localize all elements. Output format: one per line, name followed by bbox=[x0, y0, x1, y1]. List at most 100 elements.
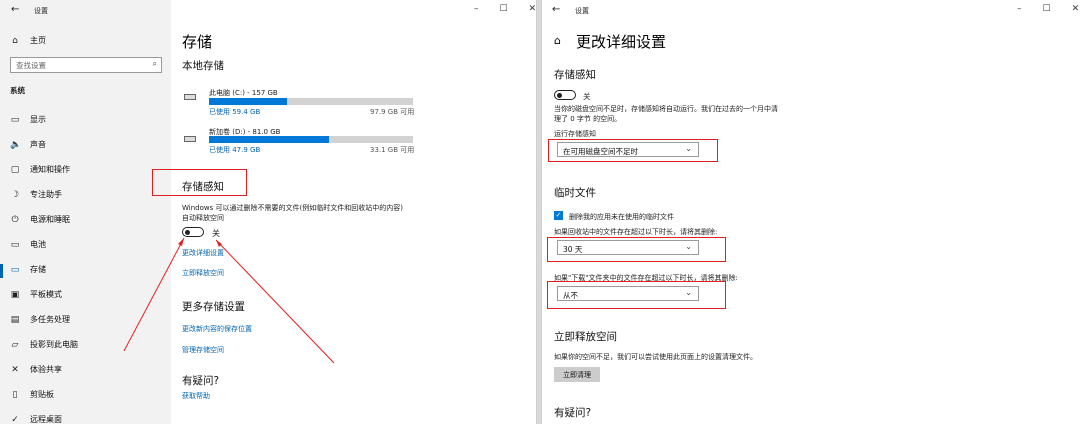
multitask-icon: ▤ bbox=[10, 314, 20, 325]
free-space-heading: 立即释放空间 bbox=[554, 331, 617, 343]
sidebar-item-display[interactable]: ▭ 显示 bbox=[10, 114, 46, 125]
more-storage-heading: 更多存储设置 bbox=[182, 301, 245, 313]
recycle-bin-label: 如果回收站中的文件存在超过以下时长，请将其删除: bbox=[554, 228, 718, 236]
sidebar-item-power[interactable]: ⏻ 电源和睡眠 bbox=[10, 214, 70, 225]
back-arrow-icon[interactable]: ← bbox=[11, 4, 19, 15]
annotation-arrowhead-1 bbox=[178, 238, 184, 246]
storage-sense-desc: 当你的磁盘空间不足时，存储感知将自动运行。我们在过去的一个月中清 bbox=[554, 105, 778, 113]
home-icon: ⌂ bbox=[554, 34, 561, 47]
display-icon: ▭ bbox=[10, 114, 20, 125]
new-content-location-link[interactable]: 更改新内容的保存位置 bbox=[182, 324, 252, 334]
sidebar: ← 设置 ⌂ 主页 查找设置 ⌕ 系统 ▭ 显示 🔈 声音 ▢ 通知和操作 ☽ 专注助手 ⏻ 电源… bbox=[0, 0, 171, 424]
toggle-state-label: 关 bbox=[212, 229, 220, 238]
toggle-knob bbox=[185, 229, 190, 235]
focus-assist-icon: ☽ bbox=[10, 189, 20, 200]
back-arrow-icon[interactable]: ← bbox=[552, 4, 560, 15]
minimize-button[interactable]: – bbox=[1017, 4, 1022, 14]
delete-temp-checkbox[interactable]: ✓ bbox=[554, 211, 563, 220]
question-heading: 有疑问? bbox=[182, 375, 220, 387]
close-button[interactable]: ✕ bbox=[529, 4, 536, 14]
sidebar-item-home[interactable]: ⌂ 主页 bbox=[10, 35, 46, 46]
sidebar-item-label: 剪贴板 bbox=[30, 390, 54, 399]
sidebar-item-storage[interactable]: ▭ 存储 bbox=[10, 264, 46, 275]
window-controls: – ☐ ✕ bbox=[1017, 4, 1079, 14]
sidebar-item-label: 存储 bbox=[30, 265, 46, 274]
window-title: 设置 bbox=[575, 7, 589, 15]
project-icon: ▱ bbox=[11, 339, 19, 350]
sidebar-item-share[interactable]: ✕ 体验共享 bbox=[10, 364, 62, 375]
clean-now-button[interactable]: 立即清理 bbox=[554, 367, 600, 382]
sidebar-item-label: 电池 bbox=[30, 240, 46, 249]
home-icon: ⌂ bbox=[12, 35, 18, 46]
window-title: 设置 bbox=[34, 7, 48, 15]
drive-d-used: 已使用 47.9 GB bbox=[209, 146, 261, 154]
maximize-button[interactable]: ☐ bbox=[1043, 4, 1051, 14]
sidebar-item-sound[interactable]: 🔈 声音 bbox=[10, 139, 46, 150]
sidebar-item-project[interactable]: ▱ 投影到此电脑 bbox=[10, 339, 78, 350]
sidebar-item-label: 平板模式 bbox=[30, 290, 62, 299]
settings-window-detail: ← 设置 – ☐ ✕ ⌂ 更改详细设置 存储感知 关 当你的磁盘空间不足时，存储… bbox=[541, 0, 1080, 424]
maximize-button[interactable]: ☐ bbox=[500, 4, 508, 14]
section-heading: 系统 bbox=[10, 86, 25, 95]
storage-sense-toggle[interactable] bbox=[182, 227, 204, 237]
sidebar-item-multitask[interactable]: ▤ 多任务处理 bbox=[10, 314, 70, 325]
sidebar-item-notification[interactable]: ▢ 通知和操作 bbox=[10, 164, 70, 175]
storage-sense-desc: Windows 可以通过删除不需要的文件(例如临时文件和回收站中的内容) bbox=[182, 204, 403, 212]
sidebar-item-focus-assist[interactable]: ☽ 专注助手 bbox=[10, 189, 62, 200]
drive-c-free: 97.9 GB 可用 bbox=[370, 108, 415, 116]
sidebar-item-label: 投影到此电脑 bbox=[30, 340, 78, 349]
drive-d-usage-bar bbox=[209, 136, 413, 143]
remote-desktop-icon: ✓ bbox=[11, 414, 19, 424]
get-help-link[interactable]: 获取帮助 bbox=[182, 391, 210, 401]
drive-d-free: 33.1 GB 可用 bbox=[370, 146, 415, 154]
share-icon: ✕ bbox=[11, 364, 19, 375]
annotation-arrowhead-2 bbox=[216, 240, 222, 247]
search-placeholder: 查找设置 bbox=[16, 61, 46, 70]
sidebar-item-label: 专注助手 bbox=[30, 190, 62, 199]
power-icon: ⏻ bbox=[11, 214, 19, 225]
tablet-icon: ▣ bbox=[10, 289, 20, 300]
annotation-box bbox=[547, 237, 726, 262]
drive-c-usage-bar bbox=[209, 98, 413, 105]
close-button[interactable]: ✕ bbox=[1072, 4, 1080, 14]
sidebar-item-label: 远程桌面 bbox=[30, 415, 62, 424]
annotation-box bbox=[548, 139, 718, 162]
storage-sense-toggle[interactable] bbox=[554, 90, 576, 100]
free-space-now-link[interactable]: 立即释放空间 bbox=[182, 268, 224, 278]
change-settings-link[interactable]: 更改详细设置 bbox=[182, 248, 224, 258]
toggle-knob bbox=[557, 92, 562, 98]
active-indicator bbox=[0, 264, 3, 278]
question-heading: 有疑问? bbox=[554, 407, 592, 419]
manage-storage-link[interactable]: 管理存储空间 bbox=[182, 345, 224, 355]
sound-icon: 🔈 bbox=[10, 139, 22, 150]
sidebar-item-label: 通知和操作 bbox=[30, 165, 70, 174]
minimize-button[interactable]: – bbox=[474, 4, 479, 14]
sidebar-item-battery[interactable]: ▭ 电池 bbox=[10, 239, 46, 250]
sidebar-item-remote-desktop[interactable]: ✓ 远程桌面 bbox=[10, 414, 62, 424]
drive-c-used: 已使用 59.4 GB bbox=[209, 108, 261, 116]
battery-icon: ▭ bbox=[10, 239, 20, 250]
search-icon: ⌕ bbox=[152, 59, 157, 68]
sidebar-item-label: 显示 bbox=[30, 115, 46, 124]
drive-d-usage-fill bbox=[209, 136, 330, 143]
page-title: 存储 bbox=[182, 33, 213, 51]
sidebar-item-clipboard[interactable]: ▯ 剪贴板 bbox=[10, 389, 54, 400]
notification-icon: ▢ bbox=[10, 164, 20, 175]
storage-sense-heading: 存储感知 bbox=[554, 69, 596, 81]
sidebar-item-label: 体验共享 bbox=[30, 365, 62, 374]
clipboard-icon: ▯ bbox=[12, 389, 18, 400]
annotation-box bbox=[152, 169, 247, 196]
window-controls: – ☐ ✕ bbox=[474, 4, 536, 14]
sidebar-item-label: 主页 bbox=[30, 36, 46, 45]
free-space-desc: 如果你的空间不足，我们可以尝试使用此页面上的设置清理文件。 bbox=[554, 353, 757, 361]
drive-d-icon bbox=[184, 136, 196, 142]
sidebar-item-tablet[interactable]: ▣ 平板模式 bbox=[10, 289, 62, 300]
search-input[interactable]: 查找设置 ⌕ bbox=[10, 57, 162, 73]
drive-c-usage-fill bbox=[209, 98, 287, 105]
sidebar-item-label: 声音 bbox=[30, 140, 46, 149]
delete-temp-label: 删除我的应用未在使用的临时文件 bbox=[569, 213, 674, 221]
drive-c-name[interactable]: 此电脑 (C:) - 157 GB bbox=[209, 88, 278, 98]
settings-window-storage: ← 设置 ⌂ 主页 查找设置 ⌕ 系统 ▭ 显示 🔈 声音 ▢ 通知和操作 ☽ 专注助手 ⏻ 电源… bbox=[0, 0, 537, 424]
page-title: 更改详细设置 bbox=[576, 33, 667, 51]
temp-files-heading: 临时文件 bbox=[554, 187, 596, 199]
